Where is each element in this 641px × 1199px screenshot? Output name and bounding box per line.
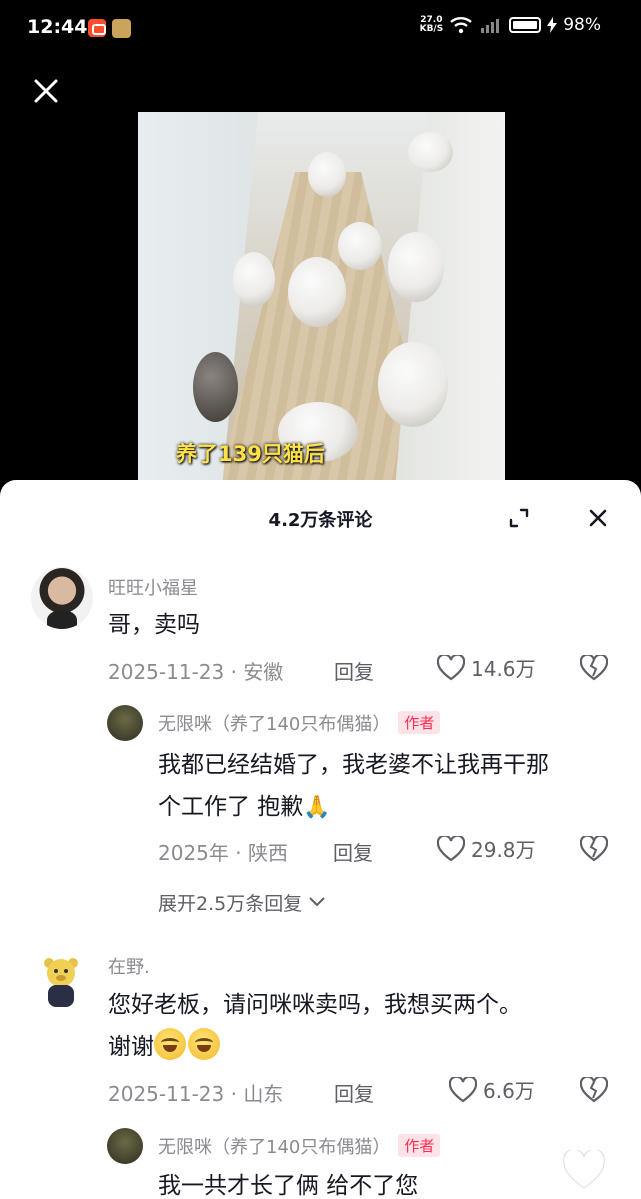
expand-icon[interactable]: [508, 507, 530, 529]
status-bar: 12:44 27.0 KB/S 98%: [0, 0, 641, 56]
charging-icon: [547, 17, 558, 33]
expand-replies-button[interactable]: 展开2.5万条回复: [158, 889, 326, 916]
reply-username-text: 无限咪（养了140只布偶猫）: [158, 1137, 391, 1158]
cat-figure: [338, 222, 382, 270]
broken-heart-icon[interactable]: [580, 655, 608, 681]
reply-date: 2025年: [158, 841, 229, 865]
cat-figure: [388, 232, 444, 302]
like-button[interactable]: 6.6万: [449, 1075, 535, 1104]
cat-figure: [308, 152, 346, 197]
like-count: 29.8万: [471, 838, 536, 862]
reply-username[interactable]: 无限咪（养了140只布偶猫） 作者: [158, 1133, 441, 1159]
comments-count-title: 4.2万条评论: [268, 510, 373, 531]
wifi-icon: [450, 17, 473, 34]
cat-figure: [288, 257, 346, 327]
broken-heart-icon[interactable]: [580, 836, 608, 862]
author-badge: 作者: [398, 1134, 441, 1157]
avatar[interactable]: [40, 955, 82, 1010]
notification-game-icon: [112, 19, 131, 38]
cat-figure: [378, 342, 448, 427]
heart-outline-icon: [437, 835, 465, 861]
reply-username[interactable]: 无限咪（养了140只布偶猫） 作者: [158, 710, 441, 736]
comment-username[interactable]: 在野.: [108, 953, 150, 979]
close-icon[interactable]: [32, 77, 60, 105]
reply-meta: 2025年 · 陕西: [158, 837, 288, 866]
comment-location: 安徽: [243, 660, 284, 684]
comment-text-line1[interactable]: 您好老板，请问咪咪卖吗，我想买两个。: [108, 985, 522, 1025]
grin-emoji-icon: [154, 1028, 186, 1060]
comment-text[interactable]: 哥，卖吗: [108, 605, 200, 645]
comment-location: 山东: [243, 1082, 284, 1106]
comment-text-line2-text: 谢谢: [108, 1034, 154, 1060]
author-badge: 作者: [398, 711, 441, 734]
heart-outline-icon: [449, 1076, 477, 1102]
reply-location: 陕西: [247, 841, 288, 865]
status-indicators: 27.0 KB/S 98%: [420, 15, 601, 35]
cat-figure: [408, 132, 453, 172]
comment-text-line2[interactable]: 谢谢: [108, 1027, 222, 1067]
network-speed: 27.0 KB/S: [420, 16, 444, 34]
reply-button[interactable]: 回复: [333, 837, 373, 866]
meta-separator: ·: [235, 841, 242, 865]
meta-separator: ·: [230, 660, 237, 684]
reply-username-text: 无限咪（养了140只布偶猫）: [158, 714, 391, 735]
bear-avatar-icon: [44, 958, 78, 1007]
comment-username[interactable]: 旺旺小福星: [108, 574, 198, 600]
reply-text-line2-text: 个工作了 抱歉: [158, 794, 304, 820]
reply-text-line1[interactable]: 我都已经结婚了，我老婆不让我再干那: [158, 745, 549, 785]
video-player[interactable]: 养了139只猫后: [138, 112, 505, 488]
comment-date: 2025-11-23: [108, 1082, 225, 1106]
heart-outline-icon: [437, 654, 465, 680]
like-button[interactable]: 14.6万: [437, 653, 536, 682]
network-speed-unit: KB/S: [419, 24, 444, 34]
meta-separator: ·: [230, 1082, 237, 1106]
author-avatar[interactable]: [107, 705, 143, 741]
expand-replies-label: 展开2.5万条回复: [158, 893, 303, 915]
reply-text-line2[interactable]: 个工作了 抱歉🙏: [158, 787, 331, 828]
reply-button[interactable]: 回复: [334, 1078, 374, 1107]
video-caption: 养了139只猫后: [176, 442, 325, 466]
author-avatar[interactable]: [107, 1128, 143, 1164]
cat-figure: [233, 252, 275, 307]
comment-meta: 2025-11-23 · 安徽: [108, 656, 283, 685]
grin-emoji-icon: [188, 1028, 220, 1060]
comment-meta: 2025-11-23 · 山东: [108, 1078, 283, 1107]
floating-heart-icon[interactable]: [562, 1150, 606, 1190]
reply-button[interactable]: 回复: [334, 656, 374, 685]
reply-text[interactable]: 我一共才长了俩 给不了您: [158, 1166, 418, 1199]
like-count: 6.6万: [483, 1079, 535, 1103]
status-time: 12:44: [27, 16, 88, 38]
signal-icon: [481, 19, 500, 33]
like-button[interactable]: 29.8万: [437, 834, 536, 863]
pray-emoji-icon: 🙏: [303, 795, 331, 820]
cat-figure: [193, 352, 238, 422]
battery-percent: 98%: [563, 15, 601, 35]
like-count: 14.6万: [471, 657, 536, 681]
comment-date: 2025-11-23: [108, 660, 225, 684]
notification-app-icon: [88, 19, 106, 37]
close-comments-icon[interactable]: [587, 507, 609, 529]
comments-sheet: 4.2万条评论: [0, 480, 641, 1199]
chevron-down-icon: [309, 897, 325, 907]
battery-icon: [509, 17, 542, 33]
avatar[interactable]: [31, 567, 93, 629]
broken-heart-icon[interactable]: [580, 1077, 608, 1103]
